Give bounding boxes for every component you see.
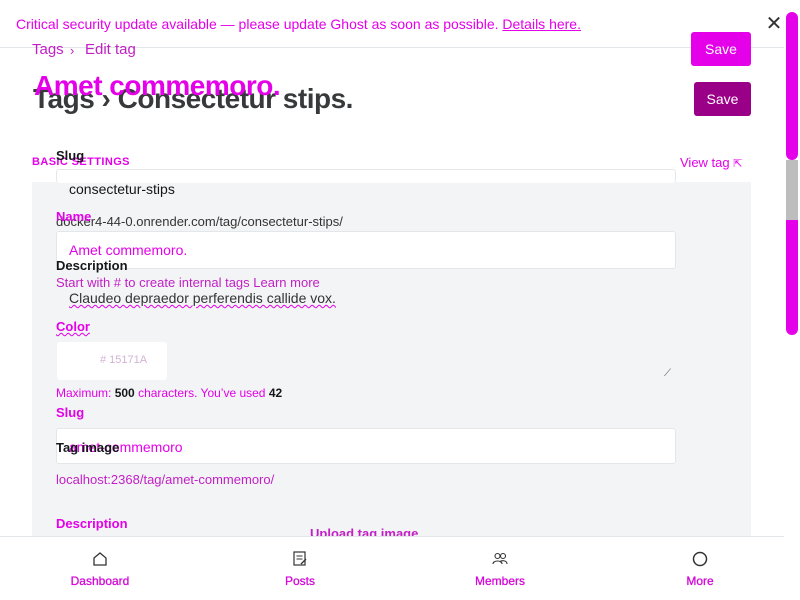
view-tag-label: View tag — [680, 155, 730, 170]
name-label: Name — [56, 209, 92, 224]
description-char-count: Maximum: 500 characters. You’ve used 42 — [56, 386, 282, 400]
nav-posts[interactable]: Posts — [245, 550, 355, 588]
posts-icon — [293, 551, 307, 566]
external-link-icon: ⇱ — [733, 158, 743, 170]
breadcrumb-separator: › — [70, 43, 75, 58]
view-tag-link[interactable]: View tag ⇱ — [680, 155, 742, 170]
close-icon[interactable]: ✕ — [764, 12, 784, 36]
breadcrumb-edit-tag: Edit tag — [85, 41, 136, 58]
tag-image-label: Tag image — [56, 440, 120, 455]
name-input-value: Amet commemoro. — [69, 242, 188, 258]
color-label: Color — [56, 319, 90, 334]
page-title: Amet commemoro. — [34, 70, 281, 101]
nav-more[interactable]: More — [645, 550, 755, 588]
nav-members[interactable]: Members — [445, 550, 555, 588]
update-banner-text: Critical security update available — ple… — [16, 16, 581, 32]
char-count-prefix: Maximum: — [56, 386, 112, 400]
nav-label-dashboard: Dashboard — [70, 574, 130, 588]
resize-handle-icon[interactable]: ⟋ — [664, 368, 671, 379]
breadcrumb-tags[interactable]: Tags — [32, 41, 64, 58]
char-count-used: 42 — [268, 386, 283, 400]
description-label: Description — [56, 516, 128, 531]
name-hint-text: Start with # to create internal tags — [56, 275, 250, 290]
char-count-max: 500 — [114, 386, 135, 400]
color-input-value: # 15171A — [100, 354, 148, 366]
description-label-top: Description — [56, 258, 128, 273]
scrollbar-thumb[interactable] — [786, 12, 798, 160]
slug-label: Slug — [56, 405, 85, 420]
scrollbar-thumb-mid[interactable] — [786, 160, 798, 220]
description-textarea-value[interactable]: Claudeo depraedor perferendis callide vo… — [69, 290, 336, 306]
home-icon — [93, 552, 107, 566]
slug-url: localhost:2368/tag/amet-commemoro/ — [56, 472, 275, 487]
scrollbar-thumb-lower[interactable] — [786, 220, 798, 335]
learn-more-link[interactable]: Learn more — [253, 275, 319, 290]
save-button-secondary[interactable]: Save — [694, 82, 751, 116]
save-button[interactable]: Save — [691, 32, 751, 66]
update-banner-message: Critical security update available — ple… — [16, 16, 499, 32]
nav-label-more: More — [686, 574, 714, 588]
more-icon — [692, 551, 708, 567]
nav-label-posts: Posts — [284, 574, 315, 588]
nav-label-members: Members — [474, 574, 525, 588]
members-icon — [492, 552, 508, 565]
slug-url-top: docker4-44-0.onrender.com/tag/consectetu… — [56, 214, 343, 229]
char-count-mid: characters. You’ve used — [138, 386, 266, 400]
slug-label-top: Slug — [56, 148, 85, 163]
slug-input-top[interactable]: consectetur-stips — [69, 181, 175, 197]
update-details-link[interactable]: Details here. — [502, 16, 581, 32]
nav-dashboard[interactable]: Dashboard — [45, 550, 155, 588]
name-hint: Start with # to create internal tags Lea… — [56, 275, 320, 290]
